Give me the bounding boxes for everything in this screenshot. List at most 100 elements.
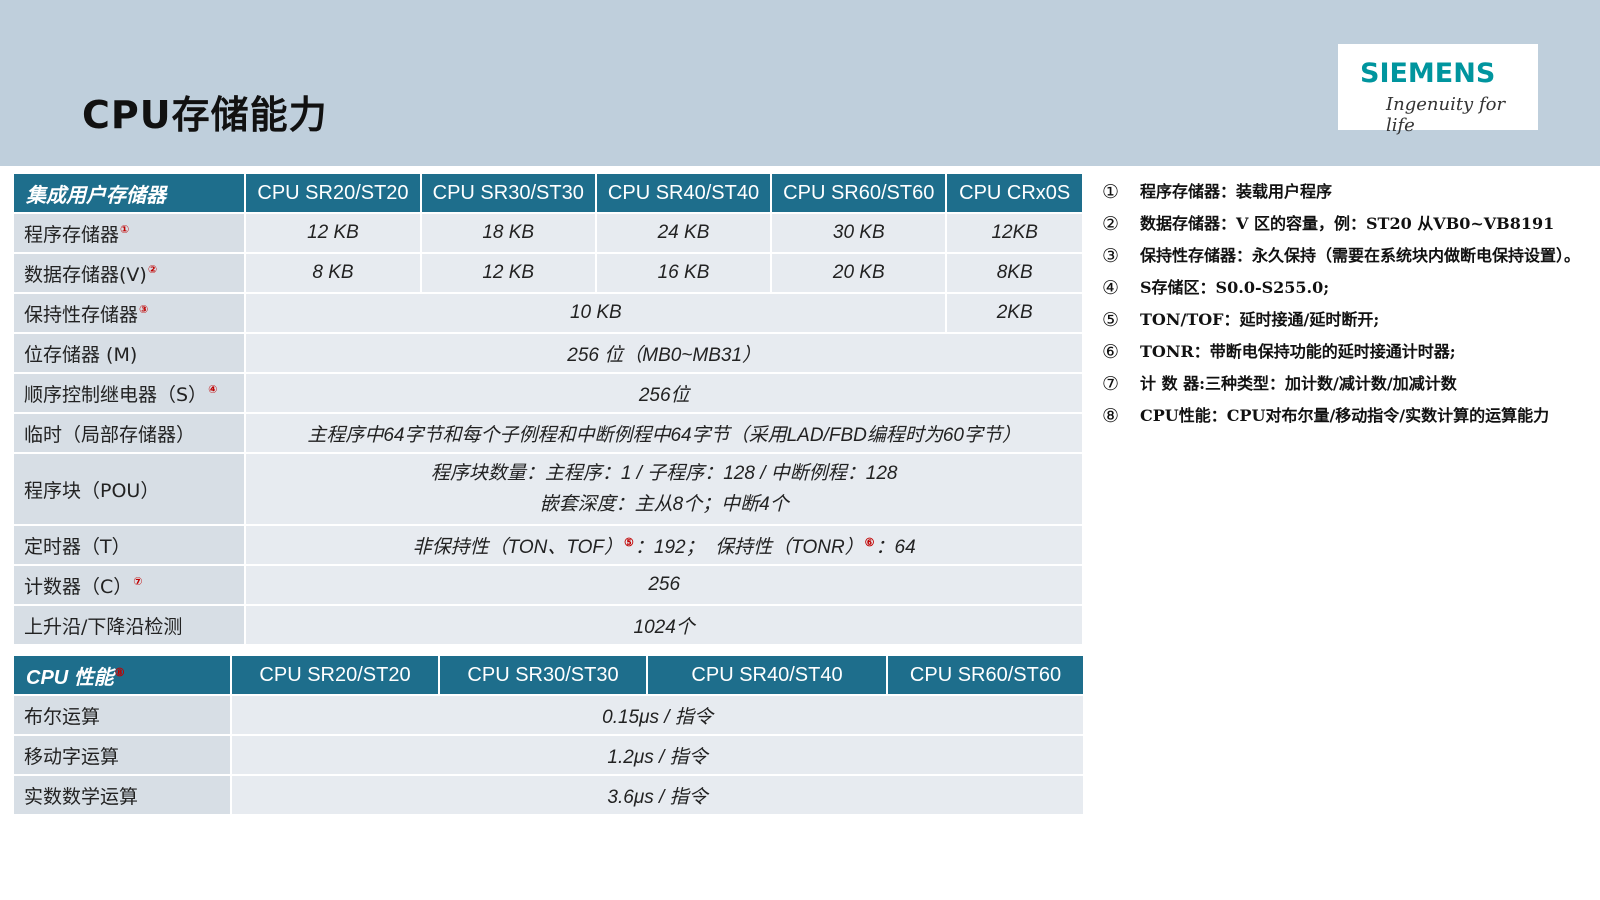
footnote-mark: ④ [208,383,218,397]
table-cell: 20 KB [772,254,948,294]
memory-header-cell: CPU SR60/ST60 [772,174,948,214]
table-row: 实数数学运算 3.6μs / 指令 [14,776,1085,816]
table-row: 顺序控制继电器（S）④ 256位 [14,374,1084,414]
table-row: 程序块（POU） 程序块数量：主程序：1 / 子程序：128 / 中断例程：12… [14,454,1084,526]
table-cell: 16 KB [596,254,773,294]
table-row: 定时器（T） 非保持性（TON、TOF）⑤：192； 保持性（TONR）⑥：64 [14,526,1084,566]
table-cell: 0.15μs / 指令 [232,696,1085,736]
list-item: ⑤ TON/TOF：延时接通/延时断开; [1100,308,1590,332]
memory-header-row: 集成用户存储器 CPU SR20/ST20 CPU SR30/ST30 CPU … [14,174,1084,214]
row-label-text: 程序存储器 [24,223,120,246]
row-label-text: 数据存储器(V) [24,263,147,286]
list-item: ④ S存储区：S0.0-S255.0; [1100,276,1590,300]
table-cell: 24 KB [596,214,773,254]
footnote-text: 保持性存储器：永久保持（需要在系统块内做断电保持设置）。 [1140,246,1581,265]
footnote-mark: ② [147,263,158,277]
footnote-mark: ⑥ [864,536,875,549]
performance-table: CPU 性能⑧ CPU SR20/ST20 CPU SR30/ST30 CPU … [14,656,1085,816]
cell-text: ：64 [875,536,916,558]
table-row: 布尔运算 0.15μs / 指令 [14,696,1085,736]
header-band: CPU存储能力 SIEMENS Ingenuity for life [0,0,1600,166]
table-cell: 256 位（MB0~MB31） [246,334,1084,374]
list-item: ⑧ CPU性能：CPU对布尔量/移动指令/实数计算的运算能力 [1100,404,1590,428]
page-title: CPU存储能力 [82,93,328,137]
cell-text: 非保持性（TON、TOF） [412,536,624,558]
row-label: 程序存储器① [14,214,247,254]
table-cell: 程序块数量：主程序：1 / 子程序：128 / 中断例程：128 嵌套深度：主从… [246,454,1084,526]
list-item: ② 数据存储器：V 区的容量，例：ST20 从VB0~VB8191 [1100,212,1590,236]
performance-header-cell: CPU SR30/ST30 [440,656,648,696]
table-cell: 12 KB [421,254,597,294]
table-cell: 8 KB [246,254,422,294]
table-cell: 3.6μs / 指令 [232,776,1085,816]
footnote-mark: ① [120,223,130,237]
row-label: 数据存储器(V)② [14,254,247,294]
footnote-number: ② [1102,213,1120,235]
footnote-mark: ⑧ [114,666,125,679]
table-cell: 1.2μs / 指令 [232,736,1085,776]
table-cell: 10 KB [246,294,948,334]
footnote-text: TON/TOF：延时接通/延时断开; [1140,310,1380,329]
footnote-text: 程序存储器：装载用户程序 [1140,182,1333,201]
performance-header-cell: CPU 性能⑧ [14,656,232,696]
footnote-number: ④ [1102,277,1120,299]
table-row: 位存储器 (M) 256 位（MB0~MB31） [14,334,1084,374]
row-label: 上升沿/下降沿检测 [14,606,247,646]
row-label: 位存储器 (M) [14,334,247,374]
performance-header-cell: CPU SR40/ST40 [648,656,888,696]
list-item: ① 程序存储器：装载用户程序 [1100,180,1590,204]
table-cell: 30 KB [772,214,948,254]
header-text: CPU 性能 [26,666,114,689]
memory-header-cell: 集成用户存储器 [14,174,247,214]
footnote-text: 数据存储器：V 区的容量，例：ST20 从VB0~VB8191 [1140,214,1555,233]
footnote-text: CPU性能：CPU对布尔量/移动指令/实数计算的运算能力 [1140,406,1550,425]
row-label-text: 保持性存储器 [24,303,139,326]
footnote-number: ⑦ [1102,373,1120,395]
footnote-number: ⑧ [1102,405,1120,427]
footnote-text: S存储区：S0.0-S255.0; [1140,278,1330,297]
memory-header-cell: CPU CRx0S [947,174,1084,214]
row-label: 保持性存储器③ [14,294,247,334]
row-label: 临时（局部存储器） [14,414,247,454]
row-label: 移动字运算 [14,736,232,776]
table-row: 数据存储器(V)② 8 KB 12 KB 16 KB 20 KB 8KB [14,254,1084,294]
footnote-number: ⑥ [1102,341,1120,363]
memory-header-cell: CPU SR20/ST20 [246,174,422,214]
table-cell: 2KB [947,294,1084,334]
table-row: 移动字运算 1.2μs / 指令 [14,736,1085,776]
table-row: 程序存储器① 12 KB 18 KB 24 KB 30 KB 12KB [14,214,1084,254]
row-label-text: 顺序控制继电器（S） [24,383,208,406]
footnote-mark: ⑤ [624,536,634,549]
footnote-mark: ③ [139,303,149,317]
table-cell: 18 KB [421,214,597,254]
row-label: 布尔运算 [14,696,232,736]
table-cell: 12KB [947,214,1084,254]
siemens-logo: SIEMENS Ingenuity for life [1338,44,1538,136]
performance-header-row: CPU 性能⑧ CPU SR20/ST20 CPU SR30/ST30 CPU … [14,656,1085,696]
footnote-number: ⑤ [1102,309,1120,331]
table-cell: 非保持性（TON、TOF）⑤：192； 保持性（TONR）⑥：64 [246,526,1084,566]
footnote-text: 计 数 器:三种类型：加计数/减计数/加减计数 [1140,374,1457,393]
row-label: 实数数学运算 [14,776,232,816]
performance-header-cell: CPU SR20/ST20 [232,656,440,696]
table-row: 计数器（C）⑦ 256 [14,566,1084,606]
cell-text: ：192； 保持性（TONR） [634,536,864,558]
list-item: ⑦ 计 数 器:三种类型：加计数/减计数/加减计数 [1100,372,1590,396]
memory-header-cell: CPU SR30/ST30 [421,174,597,214]
logo-tagline: Ingenuity for life [1386,94,1506,136]
performance-header-cell: CPU SR60/ST60 [888,656,1085,696]
table-cell: 8KB [947,254,1084,294]
list-item: ③ 保持性存储器：永久保持（需要在系统块内做断电保持设置）。 [1100,244,1590,268]
footnote-text: TONR：带断电保持功能的延时接通计时器; [1140,342,1456,361]
footnote-mark: ⑦ [133,575,143,589]
table-row: 上升沿/下降沿检测 1024个 [14,606,1084,646]
table-cell: 12 KB [246,214,422,254]
cell-line: 嵌套深度：主从8个；中断4个 [539,494,789,515]
memory-header-cell: CPU SR40/ST40 [596,174,773,214]
table-row: 保持性存储器③ 10 KB 2KB [14,294,1084,334]
row-label: 程序块（POU） [14,454,247,526]
memory-table: 集成用户存储器 CPU SR20/ST20 CPU SR30/ST30 CPU … [14,174,1084,646]
list-item: ⑥ TONR：带断电保持功能的延时接通计时器; [1100,340,1590,364]
table-row: 临时（局部存储器） 主程序中64字节和每个子例程和中断例程中64字节（采用LAD… [14,414,1084,454]
table-cell: 主程序中64字节和每个子例程和中断例程中64字节（采用LAD/FBD编程时为60… [246,414,1084,454]
